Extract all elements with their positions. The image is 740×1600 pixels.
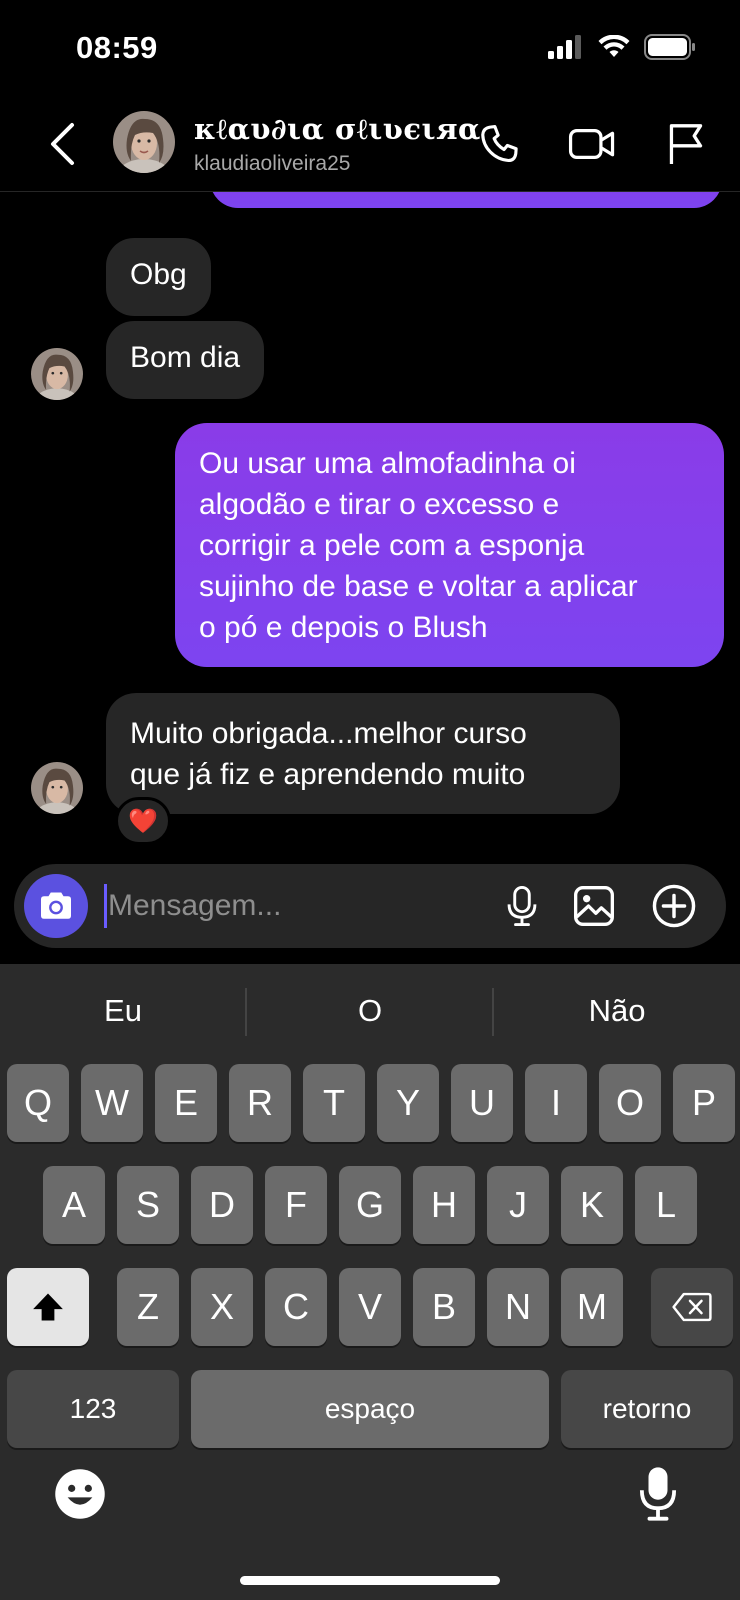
key-x[interactable]: X <box>191 1268 253 1346</box>
numbers-key[interactable]: 123 <box>7 1370 179 1448</box>
plus-circle-icon <box>652 884 696 928</box>
message-line: algodão e tirar o excesso e <box>199 488 560 521</box>
message-line: corrigir a pele com a esponja <box>199 529 585 562</box>
message-bubble-outgoing[interactable]: Ou usar uma almofadinha oi algodão e tir… <box>175 423 724 667</box>
signal-icon <box>548 35 584 64</box>
more-options-button[interactable] <box>650 882 698 930</box>
status-bar: 08:59 <box>0 0 740 96</box>
contact-username[interactable]: klaudiaoliveira25 <box>194 152 350 176</box>
key-p[interactable]: P <box>673 1064 735 1142</box>
contact-name[interactable]: κℓαυ∂ια σℓιʋєιяα <box>194 112 481 147</box>
key-h[interactable]: H <box>413 1166 475 1244</box>
camera-button[interactable] <box>24 874 88 938</box>
key-y[interactable]: Y <box>377 1064 439 1142</box>
key-c[interactable]: C <box>265 1268 327 1346</box>
key-z[interactable]: Z <box>117 1268 179 1346</box>
key-i[interactable]: I <box>525 1064 587 1142</box>
dictation-button[interactable] <box>628 1464 688 1524</box>
key-b[interactable]: B <box>413 1268 475 1346</box>
message-text: Obg <box>130 258 187 291</box>
call-button[interactable] <box>474 118 526 170</box>
sender-avatar[interactable] <box>31 348 83 400</box>
message-composer <box>14 864 726 948</box>
message-line: Ou usar uma almofadinha oi <box>199 447 576 480</box>
key-o[interactable]: O <box>599 1064 661 1142</box>
shift-arrow-icon <box>33 1293 63 1321</box>
key-f[interactable]: F <box>265 1166 327 1244</box>
back-button[interactable] <box>40 118 84 170</box>
message-line: o pó e depois o Blush <box>199 611 488 644</box>
shift-key[interactable] <box>7 1268 89 1346</box>
message-line: sujinho de base e voltar a aplicar <box>199 570 638 603</box>
message-bubble-incoming[interactable]: Obg <box>106 238 211 316</box>
text-caret <box>104 884 107 928</box>
message-input[interactable] <box>108 882 488 930</box>
message-text: Bom dia <box>130 341 241 374</box>
sender-avatar[interactable] <box>31 762 83 814</box>
key-j[interactable]: J <box>487 1166 549 1244</box>
key-u[interactable]: U <box>451 1064 513 1142</box>
wifi-icon <box>598 34 630 64</box>
video-call-button[interactable] <box>566 118 618 170</box>
gallery-button[interactable] <box>570 882 618 930</box>
video-camera-icon <box>568 129 615 159</box>
chat-header: κℓαυ∂ια σℓιʋєιяα klaudiaoliveira25 <box>0 96 740 192</box>
message-bubble-incoming[interactable]: Muito obrigada...melhor curso que já fiz… <box>106 693 620 814</box>
suggestion-bar: Eu O Não <box>0 964 740 1058</box>
key-d[interactable]: D <box>191 1166 253 1244</box>
key-a[interactable]: A <box>43 1166 105 1244</box>
contact-avatar[interactable] <box>113 111 175 173</box>
key-s[interactable]: S <box>117 1166 179 1244</box>
suggestion-item[interactable]: Não <box>494 964 740 1058</box>
voice-message-button[interactable] <box>498 882 546 930</box>
suggestion-item[interactable]: Eu <box>0 964 246 1058</box>
message-bubble-incoming[interactable]: Bom dia <box>106 321 265 399</box>
emoji-button[interactable] <box>50 1464 110 1524</box>
message-line: que já fiz e aprendendo muito <box>130 758 526 791</box>
flag-icon <box>669 124 703 164</box>
microphone-icon <box>639 1467 677 1521</box>
backspace-icon <box>672 1292 712 1322</box>
key-n[interactable]: N <box>487 1268 549 1346</box>
chevron-left-icon <box>51 123 74 165</box>
key-r[interactable]: R <box>229 1064 291 1142</box>
message-bubble-outgoing-previous[interactable] <box>210 192 722 208</box>
home-indicator[interactable] <box>240 1576 500 1585</box>
chat-thread[interactable]: Obg Bom dia Ou usar uma almofadinha oi a… <box>0 192 740 860</box>
key-m[interactable]: M <box>561 1268 623 1346</box>
delete-key[interactable] <box>651 1268 733 1346</box>
camera-icon <box>41 892 71 919</box>
key-w[interactable]: W <box>81 1064 143 1142</box>
image-icon <box>574 886 614 926</box>
key-e[interactable]: E <box>155 1064 217 1142</box>
heart-reaction[interactable]: ❤️ <box>115 797 171 845</box>
status-time: 08:59 <box>76 30 158 65</box>
microphone-icon <box>507 885 537 927</box>
key-k[interactable]: K <box>561 1166 623 1244</box>
key-g[interactable]: G <box>339 1166 401 1244</box>
emoji-icon <box>55 1469 105 1519</box>
suggestion-item[interactable]: O <box>247 964 493 1058</box>
key-t[interactable]: T <box>303 1064 365 1142</box>
return-key[interactable]: retorno <box>561 1370 733 1448</box>
key-l[interactable]: L <box>635 1166 697 1244</box>
key-q[interactable]: Q <box>7 1064 69 1142</box>
message-line: Muito obrigada...melhor curso <box>130 717 527 750</box>
status-icons <box>548 34 696 65</box>
key-v[interactable]: V <box>339 1268 401 1346</box>
space-key[interactable]: espaço <box>191 1370 549 1448</box>
battery-icon <box>644 34 696 65</box>
heart-icon: ❤️ <box>128 807 158 835</box>
report-button[interactable] <box>660 118 712 170</box>
phone-icon <box>481 125 518 163</box>
keyboard: Eu O Não Q W E R T Y U I O P A S D F G H… <box>0 964 740 1600</box>
